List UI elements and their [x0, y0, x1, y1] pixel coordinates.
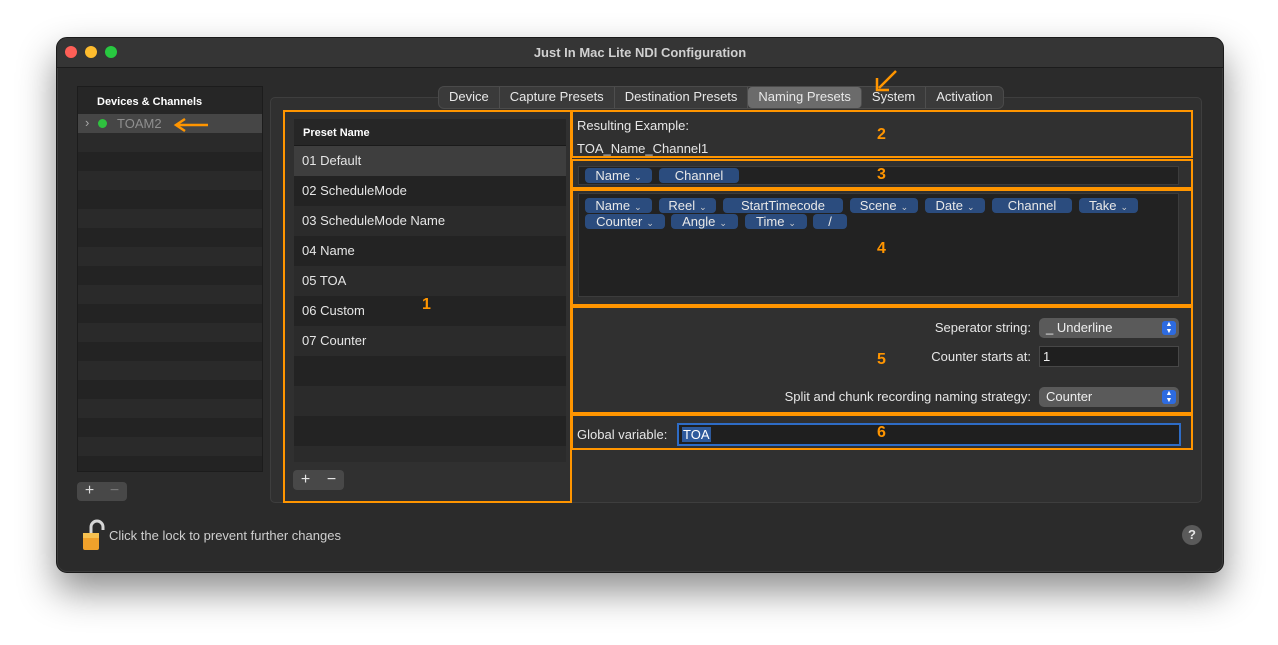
status-dot-icon	[98, 119, 107, 128]
tab-destination-presets[interactable]: Destination Presets	[615, 87, 749, 108]
sidebar-empty-row	[78, 399, 262, 418]
device-add-remove: + −	[77, 482, 127, 501]
lock-icon[interactable]	[81, 518, 105, 552]
tab-bar: Device Capture Presets Destination Prese…	[438, 86, 1004, 109]
window-title: Just In Mac Lite NDI Configuration	[533, 45, 747, 60]
sidebar-empty-row	[78, 323, 262, 342]
sidebar-header: Devices & Channels	[78, 87, 262, 114]
annotation-number: 6	[877, 424, 886, 441]
remove-device-button[interactable]: −	[102, 482, 127, 501]
sidebar-empty-row	[78, 437, 262, 456]
devices-sidebar: Devices & Channels › TOAM2	[77, 86, 263, 472]
tab-device[interactable]: Device	[439, 87, 500, 108]
annotation-number: 5	[877, 351, 886, 368]
sidebar-empty-row	[78, 361, 262, 380]
annotation-number: 1	[422, 296, 431, 313]
annotation-number: 2	[877, 126, 886, 143]
help-button[interactable]: ?	[1182, 525, 1202, 545]
device-label: TOAM2	[117, 116, 162, 131]
lock-message: Click the lock to prevent further change…	[109, 528, 341, 543]
sidebar-empty-row	[78, 133, 262, 152]
sidebar-empty-row	[78, 209, 262, 228]
app-window: Just In Mac Lite NDI Configuration Devic…	[56, 37, 1224, 573]
sidebar-item-device[interactable]: › TOAM2	[78, 114, 262, 133]
title-bar: Just In Mac Lite NDI Configuration	[57, 38, 1223, 68]
annotation-number: 3	[877, 166, 886, 183]
sidebar-empty-row	[78, 285, 262, 304]
arrow-left-icon	[172, 117, 210, 133]
sidebar-empty-row	[78, 247, 262, 266]
add-device-button[interactable]: +	[77, 482, 102, 501]
chevron-right-icon[interactable]: ›	[85, 115, 89, 130]
tab-activation[interactable]: Activation	[926, 87, 1002, 108]
arrow-down-left-icon	[873, 68, 899, 94]
sidebar-empty-row	[78, 171, 262, 190]
annotation-number: 4	[877, 240, 886, 257]
tab-capture-presets[interactable]: Capture Presets	[500, 87, 615, 108]
tab-naming-presets[interactable]: Naming Presets	[748, 87, 862, 108]
sidebar-header-label: Devices & Channels	[97, 96, 203, 108]
